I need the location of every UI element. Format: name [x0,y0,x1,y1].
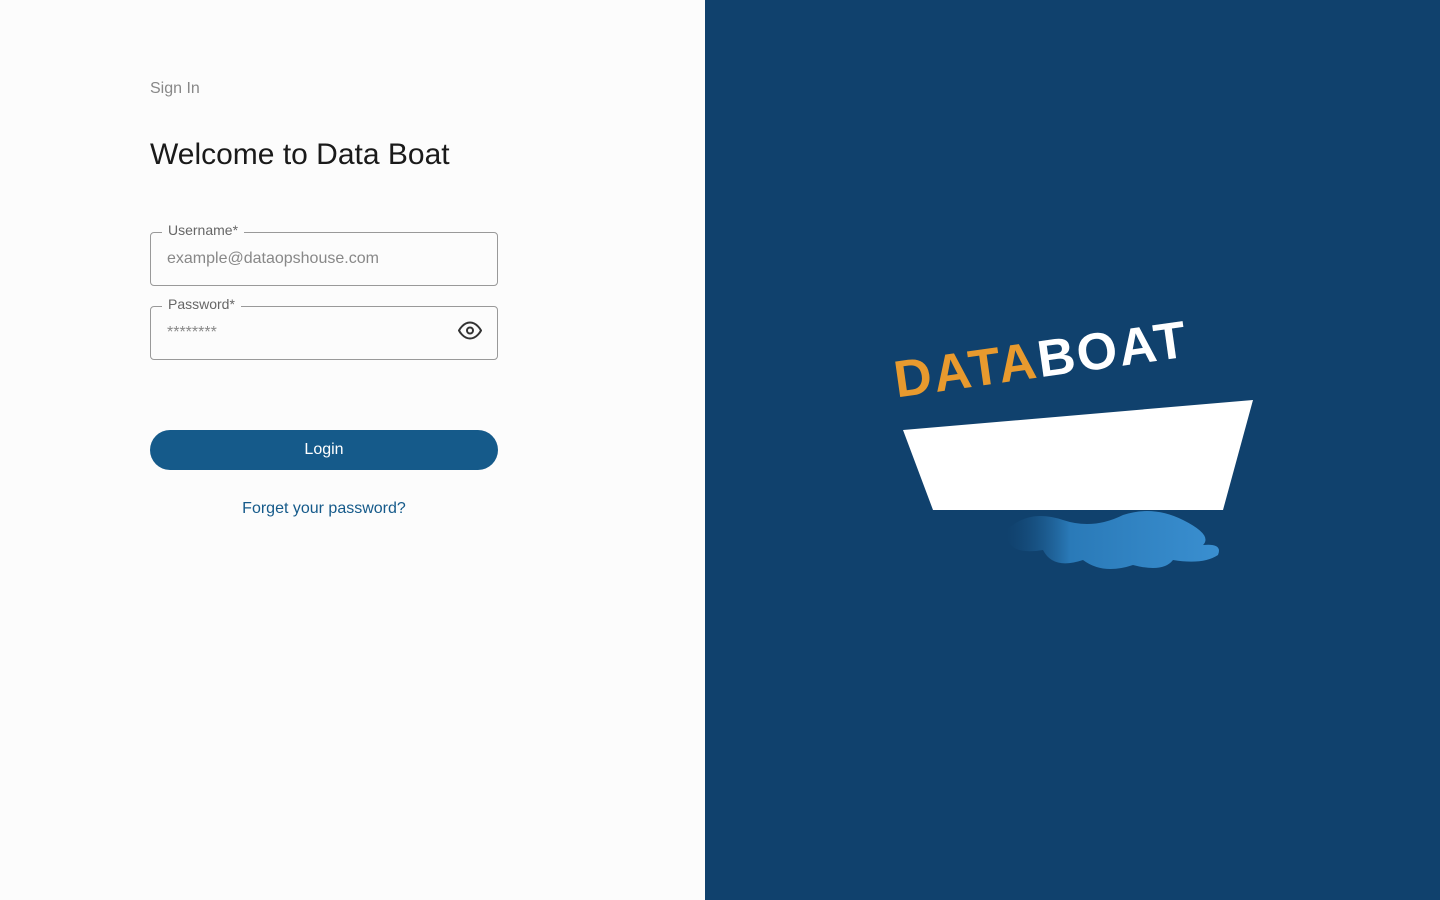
username-input[interactable] [150,232,498,286]
logo-text-boat: BOAT [1033,311,1191,390]
forgot-password-link[interactable]: Forget your password? [150,500,498,518]
water-icon [1003,505,1233,575]
password-label: Password* [162,296,241,312]
logo: DATABOAT [893,330,1253,570]
eye-icon[interactable] [458,319,482,348]
username-label: Username* [162,222,244,238]
sign-in-label: Sign In [150,80,705,98]
username-field-wrapper: Username* [150,232,498,286]
logo-text: DATABOAT [890,310,1192,411]
password-field-wrapper: Password* [150,306,498,360]
password-input[interactable] [150,306,498,360]
login-button[interactable]: Login [150,430,498,470]
logo-text-data: DATA [890,332,1041,410]
login-panel: Sign In Welcome to Data Boat Username* P… [0,0,705,900]
page-title: Welcome to Data Boat [150,138,705,172]
brand-panel: DATABOAT [705,0,1440,900]
